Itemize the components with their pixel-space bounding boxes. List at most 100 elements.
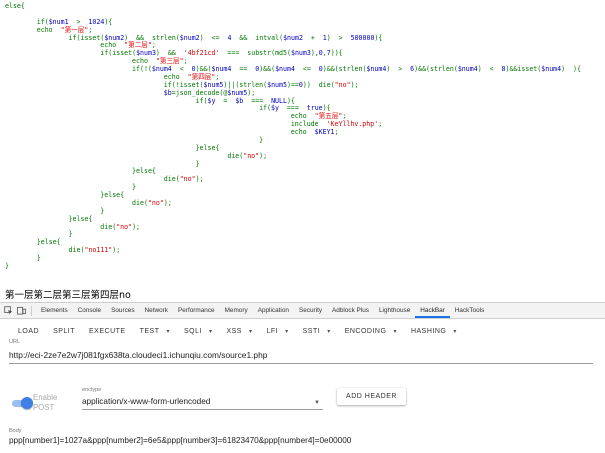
code-token: $num2 xyxy=(179,33,200,42)
body-label: Body xyxy=(9,428,22,434)
code-token: isset xyxy=(179,80,200,89)
tab-security[interactable]: Security xyxy=(294,303,327,318)
code-token: )){ xyxy=(330,49,343,58)
code-token: ){ xyxy=(374,33,383,42)
code-token: md5 xyxy=(275,49,287,58)
code-token: } xyxy=(68,230,73,239)
code-token: ); xyxy=(163,198,172,207)
split-button[interactable]: SPLIT xyxy=(46,321,82,343)
code-token: ); xyxy=(350,80,359,89)
code-token: } xyxy=(36,254,41,262)
code-token: '4bf21cd' xyxy=(183,49,220,58)
code-token: ); xyxy=(195,175,204,184)
php-source-code: else{ if($num1 > 1024){ echo "第一层"; if(i… xyxy=(0,0,605,280)
tab-bar-divider xyxy=(31,305,32,316)
tab-adblock-plus[interactable]: Adblock Plus xyxy=(327,303,374,318)
code-token: ) < xyxy=(477,65,502,73)
code-token: ; xyxy=(88,25,93,34)
code-token: === xyxy=(219,49,248,58)
code-token: "no" xyxy=(243,151,260,160)
tab-application[interactable]: Application xyxy=(253,303,294,318)
code-token: ) <= xyxy=(199,33,228,42)
add-header-button[interactable]: ADD HEADER xyxy=(337,388,406,405)
code-token: isset xyxy=(517,65,538,73)
chevron-down-icon: ▼ xyxy=(314,400,320,406)
url-input[interactable]: http://eci-2ze7e2w7j081fgx638ta.cloudeci… xyxy=(9,349,593,364)
code-token: } xyxy=(5,261,9,270)
hashing-button[interactable]: HASHING ▾ xyxy=(404,321,464,343)
tab-hacktools[interactable]: HackTools xyxy=(450,303,489,318)
code-token: { xyxy=(88,214,93,223)
code-token: die xyxy=(132,198,144,207)
sqli-button[interactable]: SQLI ▾ xyxy=(177,321,219,343)
url-label: URL xyxy=(9,339,21,345)
code-token: ; xyxy=(378,120,383,129)
body-textarea[interactable]: ppp[number1]=1027a&ppp[number2]=6e5&ppp[… xyxy=(9,436,605,453)
tab-network[interactable]: Network xyxy=(140,303,173,318)
encoding-button[interactable]: ENCODING ▾ xyxy=(338,321,404,343)
code-line: die("no"); xyxy=(5,222,581,232)
enable-post-label: Enable POST xyxy=(33,393,58,412)
lfi-button[interactable]: LFI ▾ xyxy=(259,321,295,343)
code-token: ) ){ xyxy=(561,65,581,73)
tab-sources[interactable]: Sources xyxy=(106,303,139,318)
enable-post-toggle[interactable] xyxy=(12,397,33,409)
load-button[interactable]: LOAD xyxy=(0,321,46,343)
code-token: echo xyxy=(100,41,117,50)
code-token: $KEY1 xyxy=(314,128,335,136)
tab-memory[interactable]: Memory xyxy=(220,303,253,318)
code-token: $num5 xyxy=(227,88,248,97)
code-token: ; xyxy=(215,72,220,81)
code-token: strlen xyxy=(239,80,264,89)
tab-hackbar[interactable]: HackBar xyxy=(415,303,450,318)
code-token: == xyxy=(231,65,256,73)
caret-down-icon: ▾ xyxy=(327,329,331,335)
enctype-select[interactable]: application/x-www-form-urlencoded ▼ xyxy=(82,396,323,410)
test-button[interactable]: TEST ▾ xyxy=(133,321,177,343)
code-line: else{ xyxy=(5,2,581,11)
code-token: "no" xyxy=(334,80,351,89)
ssti-button[interactable]: SSTI ▾ xyxy=(296,321,338,343)
enctype-select-wrapper: enctype application/x-www-form-urlencode… xyxy=(82,387,323,411)
tab-lighthouse[interactable]: Lighthouse xyxy=(374,303,415,318)
code-token: if xyxy=(195,96,204,105)
code-token: die xyxy=(100,222,113,231)
code-token: === xyxy=(243,96,272,105)
devtools-panel: Elements Console Sources Network Performance… xyxy=(0,302,605,453)
execute-button[interactable]: EXECUTE xyxy=(82,321,133,343)
code-token: die xyxy=(227,151,240,160)
tab-performance[interactable]: Performance xyxy=(173,303,220,318)
code-token: )&&( xyxy=(414,65,431,73)
xss-button[interactable]: XSS ▾ xyxy=(219,321,259,343)
code-token: 500000 xyxy=(350,33,375,42)
code-token: "第四层" xyxy=(187,72,216,81)
caret-down-icon: ▾ xyxy=(285,329,289,335)
code-token: die xyxy=(68,246,81,255)
tab-elements[interactable]: Elements xyxy=(36,303,73,318)
toolbar-button-label: SSTI xyxy=(302,328,321,335)
code-token: strlen xyxy=(430,65,454,73)
code-token: "第一层" xyxy=(60,25,89,34)
toolbar-button-label: ENCODING xyxy=(344,328,387,335)
device-toolbar-icon[interactable] xyxy=(17,306,26,315)
code-token: else xyxy=(5,2,21,10)
tab-console[interactable]: Console xyxy=(73,303,106,318)
code-token: ; xyxy=(183,57,188,66)
inspect-element-icon[interactable] xyxy=(4,306,13,315)
